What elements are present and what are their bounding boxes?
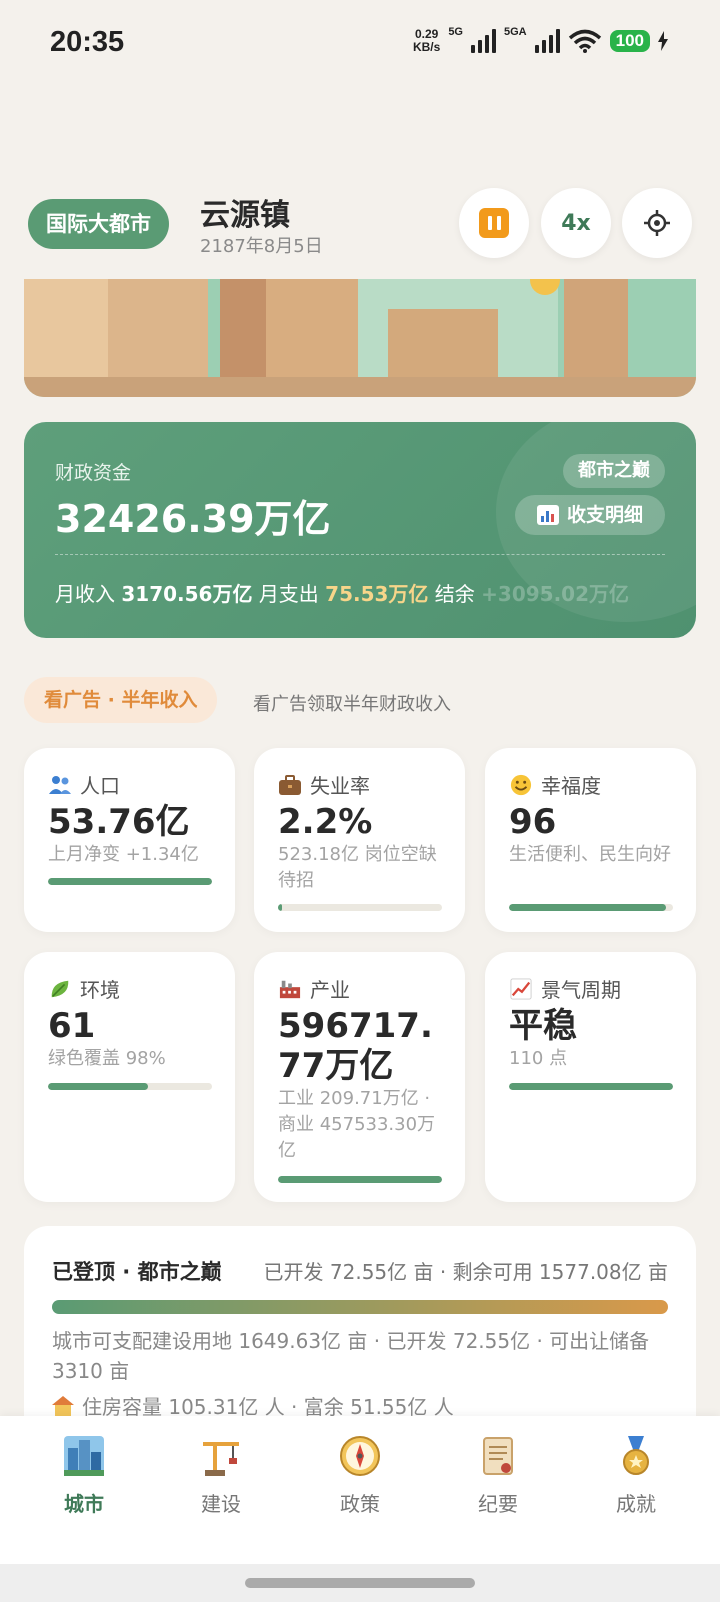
bar-chart-icon xyxy=(536,505,559,525)
nav-item-city[interactable]: 城市 xyxy=(29,1434,139,1517)
nav-item-build[interactable]: 建设 xyxy=(166,1434,276,1517)
stat-subtext: 523.18亿 岗位空缺待招 xyxy=(278,844,437,891)
charging-icon xyxy=(658,31,668,51)
ad-hint: 看广告领取半年财政收入 xyxy=(253,694,451,715)
city-icon xyxy=(64,1436,104,1476)
stat-card-environment[interactable]: 环境 61 绿色覆盖 98% xyxy=(24,952,235,1202)
finance-amount: 32426.39万亿 xyxy=(55,497,331,541)
stat-card-business-cycle[interactable]: 景气周期 平稳 110 点 xyxy=(485,952,696,1202)
land-card: 已登顶 · 都市之巅 已开发 72.55亿 亩 · 剩余可用 1577.08亿 … xyxy=(24,1226,696,1436)
network-type-2: 5GA xyxy=(504,26,527,38)
stat-value: 53.76亿 xyxy=(48,802,190,842)
factory-icon xyxy=(279,980,301,998)
finance-detail-button[interactable]: 收支明细 xyxy=(514,495,665,535)
stat-progress xyxy=(509,904,673,911)
people-icon xyxy=(49,775,71,794)
stat-progress-fill xyxy=(48,1083,149,1090)
leaf-icon xyxy=(51,980,69,997)
trend-chart-icon xyxy=(510,977,532,1000)
stat-subtext: 工业 209.71万亿 · 商业 457533.30万亿 xyxy=(278,1088,436,1161)
tier-badge: 都市之巅 xyxy=(563,454,665,488)
pause-icon xyxy=(479,208,509,238)
finance-card: 财政资金 32426.39万亿 都市之巅 收支明细 月收入 3170.56万亿 … xyxy=(24,422,696,638)
speed-label: 4x xyxy=(561,210,591,236)
stat-value: 2.2% xyxy=(278,802,373,842)
city-banner xyxy=(24,279,696,397)
settings-button[interactable] xyxy=(622,188,692,258)
nav-item-minutes[interactable]: 纪要 xyxy=(443,1434,553,1517)
nav-item-policy[interactable]: 政策 xyxy=(305,1434,415,1517)
stat-value: 61 xyxy=(48,1006,96,1046)
wifi-icon xyxy=(568,29,601,53)
medal-icon xyxy=(623,1436,649,1475)
house-icon xyxy=(52,1395,74,1416)
land-detail: 城市可支配建设用地 1649.63亿 亩 · 已开发 72.55亿 · 可出让储… xyxy=(52,1329,650,1383)
scroll-icon xyxy=(483,1437,513,1475)
battery-indicator: 100 xyxy=(609,30,650,52)
finance-detail-label: 收支明细 xyxy=(566,504,643,526)
briefcase-icon xyxy=(279,774,301,795)
stat-value: 96 xyxy=(509,802,557,842)
status-bar: 20:35 0.29 KB/s 5G 5GA 100 xyxy=(0,0,720,90)
network-speed: 0.29 KB/s xyxy=(412,27,441,54)
speed-button[interactable]: 4x xyxy=(541,188,611,258)
network-type-1: 5G xyxy=(448,26,463,38)
monthly-expense: 75.53万亿 xyxy=(325,582,429,606)
stat-progress-fill xyxy=(278,904,282,911)
land-title: 已登顶 · 都市之巅 xyxy=(52,1260,222,1284)
stat-value: 596717.77万亿 xyxy=(278,1006,433,1086)
town-name: 云源镇 xyxy=(200,198,290,233)
stat-subtext: 生活便利、民生向好 xyxy=(509,844,671,865)
watch-ad-button[interactable]: 看广告 · 半年收入 xyxy=(24,677,218,723)
crane-icon xyxy=(203,1442,239,1476)
stat-subtext: 上月净变 +1.34亿 xyxy=(48,844,199,865)
stat-progress xyxy=(48,878,212,885)
monthly-summary: 月收入 3170.56万亿 月支出 75.53万亿 结余 +3095.02万亿 xyxy=(55,582,630,606)
smile-icon xyxy=(510,774,532,795)
compass-icon xyxy=(340,1436,380,1476)
stat-progress-fill xyxy=(509,904,667,911)
bottom-nav: 城市 建设 政策 纪要 成就 xyxy=(0,1416,720,1564)
nav-item-achievements[interactable]: 成就 xyxy=(581,1434,691,1517)
stat-progress-fill xyxy=(48,878,212,885)
stat-progress xyxy=(509,1083,673,1090)
divider xyxy=(55,554,665,555)
city-rank-badge[interactable]: 国际大都市 xyxy=(28,199,169,249)
stat-card-happiness[interactable]: 幸福度 96 生活便利、民生向好 xyxy=(485,748,696,932)
stat-progress xyxy=(278,904,442,911)
stat-progress xyxy=(48,1083,212,1090)
home-indicator[interactable] xyxy=(245,1578,475,1588)
status-icons: 0.29 KB/s 5G 5GA 100 xyxy=(412,26,668,54)
stat-card-industry[interactable]: 产业 596717.77万亿 工业 209.71万亿 · 商业 457533.3… xyxy=(254,952,465,1202)
game-date: 2187年8月5日 xyxy=(200,236,323,257)
gear-icon xyxy=(644,210,670,236)
signal-icon xyxy=(534,29,560,53)
stat-progress xyxy=(278,1176,442,1183)
stat-card-unemployment[interactable]: 失业率 2.2% 523.18亿 岗位空缺待招 xyxy=(254,748,465,932)
stat-progress-fill xyxy=(278,1176,442,1183)
stat-subtext: 绿色覆盖 98% xyxy=(48,1048,166,1069)
signal-icon xyxy=(471,29,496,53)
header: 国际大都市 云源镇 2187年8月5日 4x xyxy=(0,188,720,262)
land-progress-bar xyxy=(52,1300,668,1314)
pause-button[interactable] xyxy=(459,188,529,258)
stat-card-population[interactable]: 人口 53.76亿 上月净变 +1.34亿 xyxy=(24,748,235,932)
stat-subtext: 110 点 xyxy=(509,1048,568,1069)
monthly-balance: +3095.02万亿 xyxy=(481,582,630,606)
land-summary: 已开发 72.55亿 亩 · 剩余可用 1577.08亿 亩 xyxy=(263,1260,668,1284)
finance-label: 财政资金 xyxy=(55,462,132,484)
status-time: 20:35 xyxy=(50,26,125,58)
stat-progress-fill xyxy=(509,1083,673,1090)
stat-value: 平稳 xyxy=(509,1006,577,1046)
monthly-income: 3170.56万亿 xyxy=(121,582,253,606)
